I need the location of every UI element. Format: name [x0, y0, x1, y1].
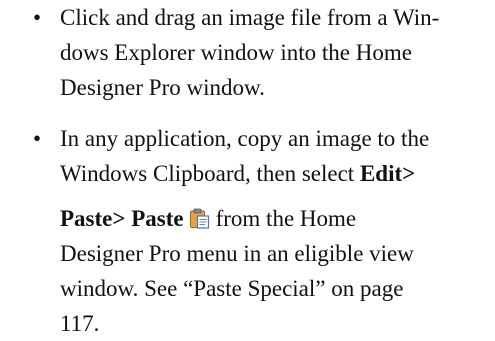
list-item: • In any application, copy an image to t…	[0, 121, 495, 341]
bullet-marker: •	[32, 126, 42, 151]
menu-path-edit: Edit>	[359, 161, 416, 186]
text-line: 117.	[60, 311, 100, 336]
text-line: Click and drag an image file from a Win-	[60, 5, 440, 30]
list-item: • Click and drag an image file from a Wi…	[0, 0, 495, 105]
text-segment: from the Home	[215, 206, 357, 231]
text-line: Paste> Paste from the Home	[60, 201, 491, 236]
text-line: Designer Pro window.	[60, 75, 265, 100]
menu-path-paste: Paste> Paste	[60, 206, 184, 231]
text-segment: Windows Clipboard, then select	[60, 161, 360, 186]
bullet-list: • Click and drag an image file from a Wi…	[0, 0, 495, 341]
text-line: Windows Clipboard, then select Edit>	[60, 156, 491, 191]
text-line: Designer Pro menu in an eligible view	[60, 241, 414, 266]
text-line: window. See “Paste Special” on page	[60, 276, 404, 301]
paste-icon	[189, 208, 209, 229]
bullet-marker: •	[32, 5, 42, 30]
text-line: dows Explorer window into the Home	[60, 40, 412, 65]
text-line: In any application, copy an image to the	[60, 126, 430, 151]
